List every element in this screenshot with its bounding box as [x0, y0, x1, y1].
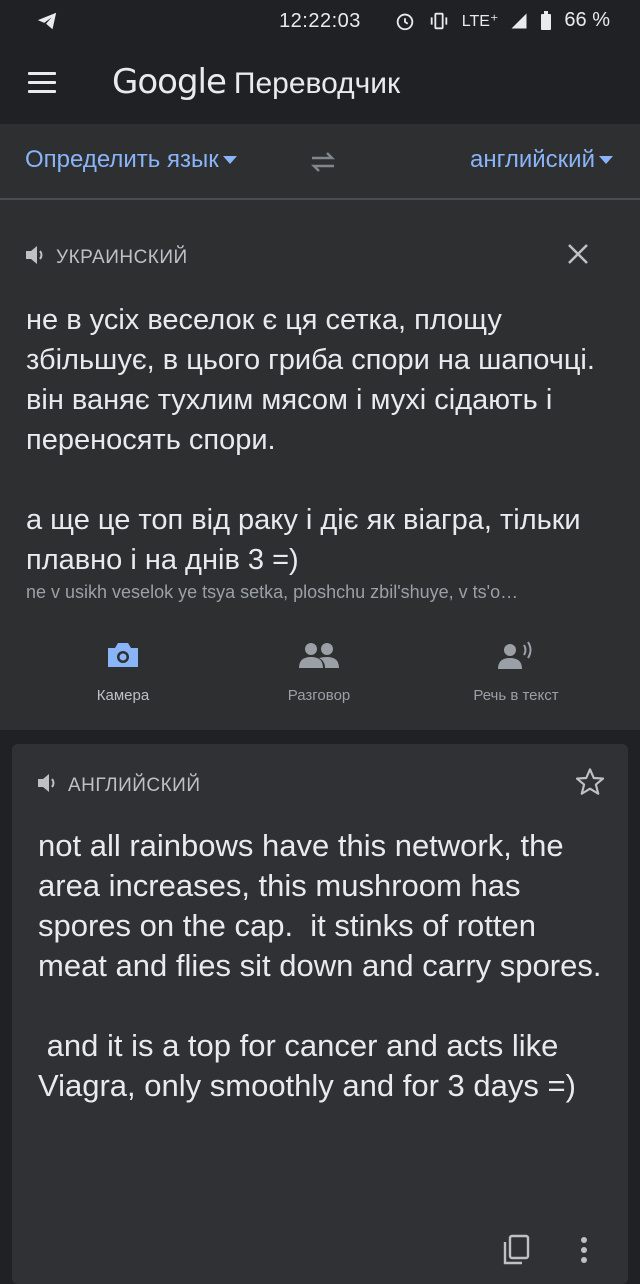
dropdown-caret-icon: [222, 156, 237, 164]
translation-card: АНГЛИЙСКИЙ not all rainbows have this ne…: [12, 744, 628, 1284]
voice-person-icon: [496, 641, 536, 674]
speech-to-text-button[interactable]: Речь в текст: [436, 640, 596, 704]
star-icon[interactable]: [574, 766, 606, 803]
app-bar: Google Переводчик: [0, 44, 640, 124]
menu-icon[interactable]: [26, 68, 60, 98]
detected-language-label: УКРАИНСКИЙ: [56, 247, 188, 268]
detected-language[interactable]: УКРАИНСКИЙ: [24, 244, 188, 272]
camera-label: Камера: [96, 687, 150, 704]
source-language-label: Определить язык: [25, 146, 219, 173]
signal-icon: [510, 12, 528, 30]
speaker-icon[interactable]: [24, 244, 48, 272]
speech-to-text-label: Речь в текст: [473, 687, 559, 704]
source-language-button[interactable]: Определить язык: [25, 146, 237, 174]
clear-input-icon[interactable]: [566, 242, 590, 271]
app-title: Google Переводчик: [112, 62, 400, 102]
speaker-icon[interactable]: [36, 772, 60, 800]
battery-icon: [540, 10, 552, 31]
camera-button[interactable]: Камера: [43, 640, 203, 704]
target-language-name: АНГЛИЙСКИЙ: [68, 775, 201, 796]
target-language-label: английский: [470, 146, 595, 173]
conversation-label: Разговор: [287, 687, 351, 704]
copy-icon[interactable]: [502, 1234, 530, 1271]
target-language[interactable]: АНГЛИЙСКИЙ: [36, 772, 201, 800]
vibrate-icon: [428, 10, 450, 32]
people-icon: [297, 643, 341, 674]
source-text[interactable]: не в усіх веселок є ця сетка, площу збіл…: [26, 300, 616, 580]
swap-languages-icon[interactable]: [308, 150, 338, 179]
input-card: УКРАИНСКИЙ не в усіх веселок є ця сетка,…: [0, 200, 640, 730]
alarm-icon: [394, 10, 416, 32]
camera-icon: [105, 643, 141, 674]
translated-text: not all rainbows have this network, the …: [38, 828, 602, 1103]
status-bar: 12:22:03 LTE⁺ 66 %: [0, 0, 640, 44]
battery-percent: 66 %: [564, 9, 610, 31]
conversation-button[interactable]: Разговор: [239, 640, 399, 704]
dropdown-caret-icon: [599, 156, 613, 164]
target-language-button[interactable]: английский: [470, 146, 613, 174]
transliteration: ne v usikh veselok ye tsya setka, ploshc…: [26, 582, 519, 602]
brand-logo: Google: [112, 62, 227, 102]
product-name: Переводчик: [233, 67, 401, 100]
network-type: LTE⁺: [461, 12, 499, 30]
more-options-icon[interactable]: [580, 1236, 588, 1269]
language-bar: Определить язык английский: [0, 124, 640, 200]
